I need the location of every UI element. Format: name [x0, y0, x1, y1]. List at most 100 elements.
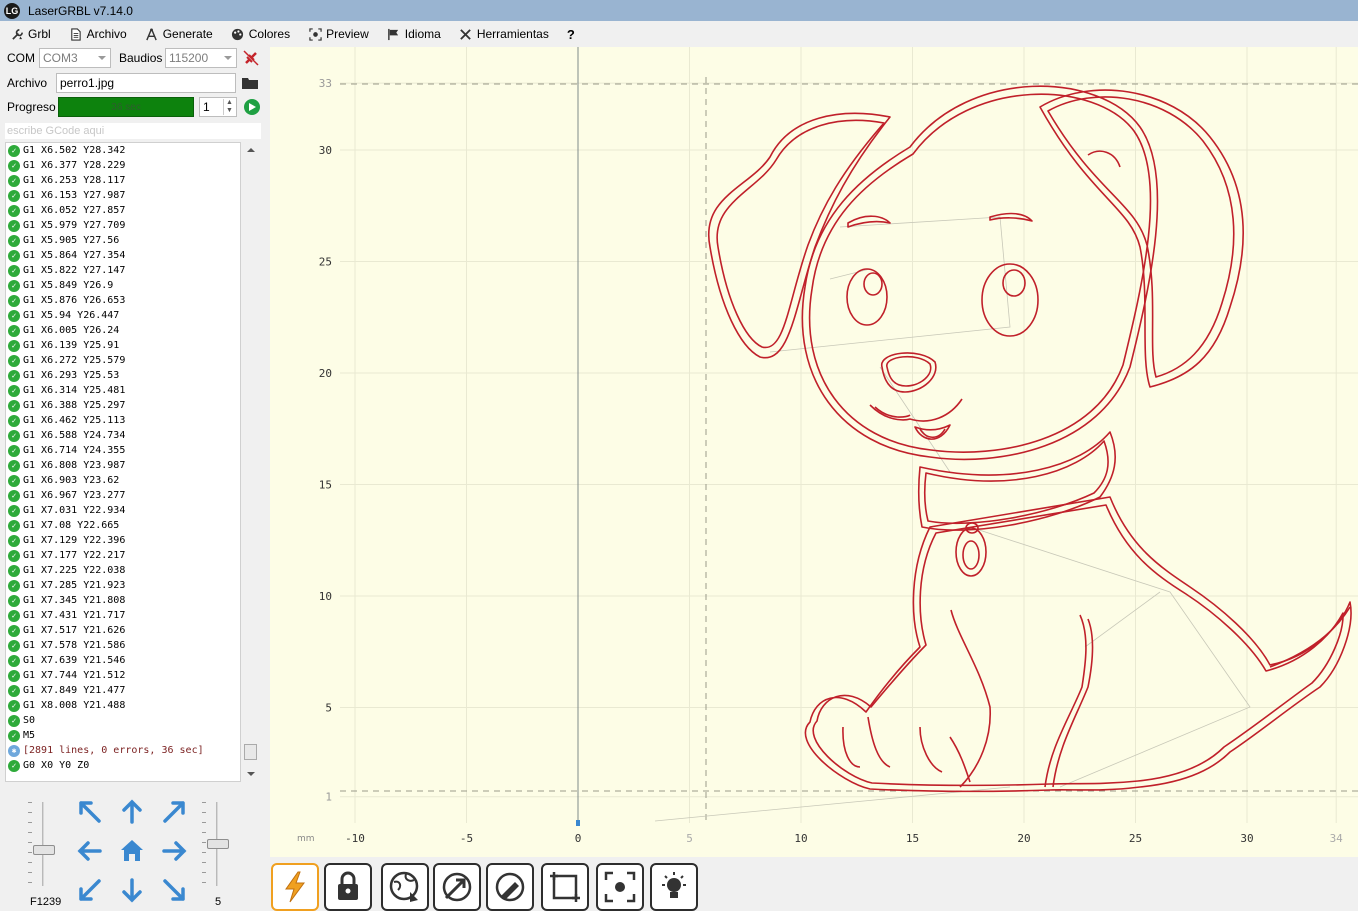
arrow-down-left-icon	[79, 879, 101, 901]
log-line: ✓ G1 X6.139 Y25.91	[6, 338, 240, 353]
progress-row: Progreso 36 sec 1 ▲ ▼	[7, 96, 260, 118]
check-icon: ✓	[8, 459, 20, 472]
window-title: LaserGRBL v7.14.0	[28, 3, 133, 18]
arrow-right-icon	[162, 841, 187, 861]
y-tick-label: 15	[319, 479, 332, 492]
log-line: ✓ G1 X6.052 Y27.857	[6, 203, 240, 218]
baud-select[interactable]: 115200	[165, 48, 237, 68]
x-tick-label: 10	[794, 832, 807, 845]
set-origin-button[interactable]	[433, 863, 481, 911]
check-icon: ✓	[8, 384, 20, 397]
log-line: ✱ [2891 lines, 0 errors, 36 sec]	[6, 743, 240, 758]
arrow-up-icon	[122, 799, 142, 824]
log-text: G1 X7.345 Y21.808	[23, 595, 126, 606]
reset-origin-button[interactable]	[486, 863, 534, 911]
log-line: ✓ G1 X7.08 Y22.665	[6, 518, 240, 533]
check-icon: ✓	[8, 249, 20, 262]
jog-up-button[interactable]	[117, 797, 147, 827]
menu-generate-label: Generate	[162, 27, 213, 41]
menu-preview[interactable]: Preview	[308, 27, 369, 41]
home-icon	[121, 840, 143, 861]
log-line: ✓ G1 X5.905 Y27.56	[6, 233, 240, 248]
log-line: ✓ G1 X7.639 Y21.546	[6, 653, 240, 668]
laser-button[interactable]	[271, 863, 319, 911]
origin-marker	[576, 820, 580, 826]
x-tick-label: 15	[906, 832, 919, 845]
log-text: G1 X5.864 Y27.354	[23, 250, 126, 261]
baud-label: Baudios	[119, 51, 163, 65]
x-tick-label: 20	[1017, 832, 1030, 845]
arrow-up-right-icon	[163, 801, 185, 823]
jog-down-right-button[interactable]	[159, 875, 189, 905]
log-text: G1 X5.876 Y26.653	[23, 295, 126, 306]
check-icon: ✓	[8, 324, 20, 337]
log-text: G1 X7.129 Y22.396	[23, 535, 126, 546]
globe-home-button[interactable]	[381, 863, 429, 911]
gcode-input[interactable]: escribe GCode aqui	[5, 123, 261, 139]
file-field[interactable]: perro1.jpg	[56, 73, 236, 93]
check-icon: ✓	[8, 489, 20, 502]
step-slider-ticks	[202, 802, 206, 886]
check-icon: ✓	[8, 714, 20, 727]
check-icon: ✓	[8, 414, 20, 427]
document-icon	[69, 27, 83, 41]
menu-generate[interactable]: Generate	[145, 27, 213, 41]
menu-preview-label: Preview	[326, 27, 369, 41]
log-line: ✓ M5	[6, 728, 240, 743]
step-slider-thumb[interactable]	[207, 839, 229, 849]
stepper-arrows-icon[interactable]: ▲ ▼	[223, 99, 235, 115]
jog-down-left-button[interactable]	[75, 875, 105, 905]
check-icon: ✓	[8, 504, 20, 517]
com-select[interactable]: COM3	[39, 48, 111, 68]
unlock-icon	[338, 871, 358, 900]
feed-slider[interactable]	[42, 802, 44, 886]
jog-home-button[interactable]	[117, 836, 147, 866]
check-icon: ✓	[8, 339, 20, 352]
folder-open-icon[interactable]	[241, 74, 259, 92]
progress-bar: 36 sec	[58, 97, 194, 117]
check-icon: ✓	[8, 264, 20, 277]
jog-left-button[interactable]	[75, 836, 105, 866]
light-button[interactable]	[650, 863, 698, 911]
preview-canvas[interactable]: -10 -5 0 5 10 15 20 25 30 34 33 30 25 20 15 10 5 1 mm	[270, 47, 1358, 857]
log-scrollbar[interactable]	[242, 142, 259, 782]
check-icon: ✓	[8, 219, 20, 232]
com-dropdown-icon	[98, 56, 106, 60]
menu-idioma[interactable]: Idioma	[387, 27, 441, 41]
jog-down-button[interactable]	[117, 875, 147, 905]
frame-button[interactable]	[541, 863, 589, 911]
jog-up-left-button[interactable]	[75, 797, 105, 827]
check-icon: ✓	[8, 474, 20, 487]
check-icon: ✓	[8, 759, 20, 772]
tools-icon	[459, 27, 473, 41]
com-label: COM	[7, 51, 35, 65]
step-label: 5	[215, 896, 222, 908]
scroll-thumb[interactable]	[244, 744, 257, 760]
disconnect-icon[interactable]	[241, 48, 261, 68]
gcode-log-list[interactable]: ✓ G1 X6.502 Y28.342 ✓ G1 X6.377 Y28.229 ✓ G1 …	[5, 142, 241, 782]
log-text: G1 X7.639 Y21.546	[23, 655, 126, 666]
menu-herramientas[interactable]: Herramientas	[459, 27, 549, 41]
feed-slider-thumb[interactable]	[33, 845, 55, 855]
passes-stepper[interactable]: 1 ▲ ▼	[199, 97, 237, 117]
jog-up-right-button[interactable]	[159, 797, 189, 827]
log-line: ✓ G1 X5.876 Y26.653	[6, 293, 240, 308]
scroll-up-icon[interactable]	[247, 148, 255, 152]
menu-help[interactable]: ?	[567, 27, 575, 42]
jog-right-button[interactable]	[159, 836, 189, 866]
play-icon[interactable]	[244, 99, 260, 115]
log-text: G1 X7.031 Y22.934	[23, 505, 126, 516]
scroll-down-icon[interactable]	[247, 772, 255, 776]
log-line: ✓ G1 X7.744 Y21.512	[6, 668, 240, 683]
menu-grbl[interactable]: Grbl	[10, 27, 51, 41]
menu-colores[interactable]: Colores	[231, 27, 290, 41]
log-text: G1 X6.502 Y28.342	[23, 145, 126, 156]
x-tick-label: -10	[345, 832, 365, 845]
menu-archivo[interactable]: Archivo	[69, 27, 127, 41]
unlock-button[interactable]	[324, 863, 372, 911]
center-button[interactable]	[596, 863, 644, 911]
menu-idioma-label: Idioma	[404, 27, 441, 41]
check-icon: ✓	[8, 729, 20, 742]
x-tick-label: 34	[1330, 832, 1344, 845]
log-line: ✓ G1 X6.967 Y23.277	[6, 488, 240, 503]
